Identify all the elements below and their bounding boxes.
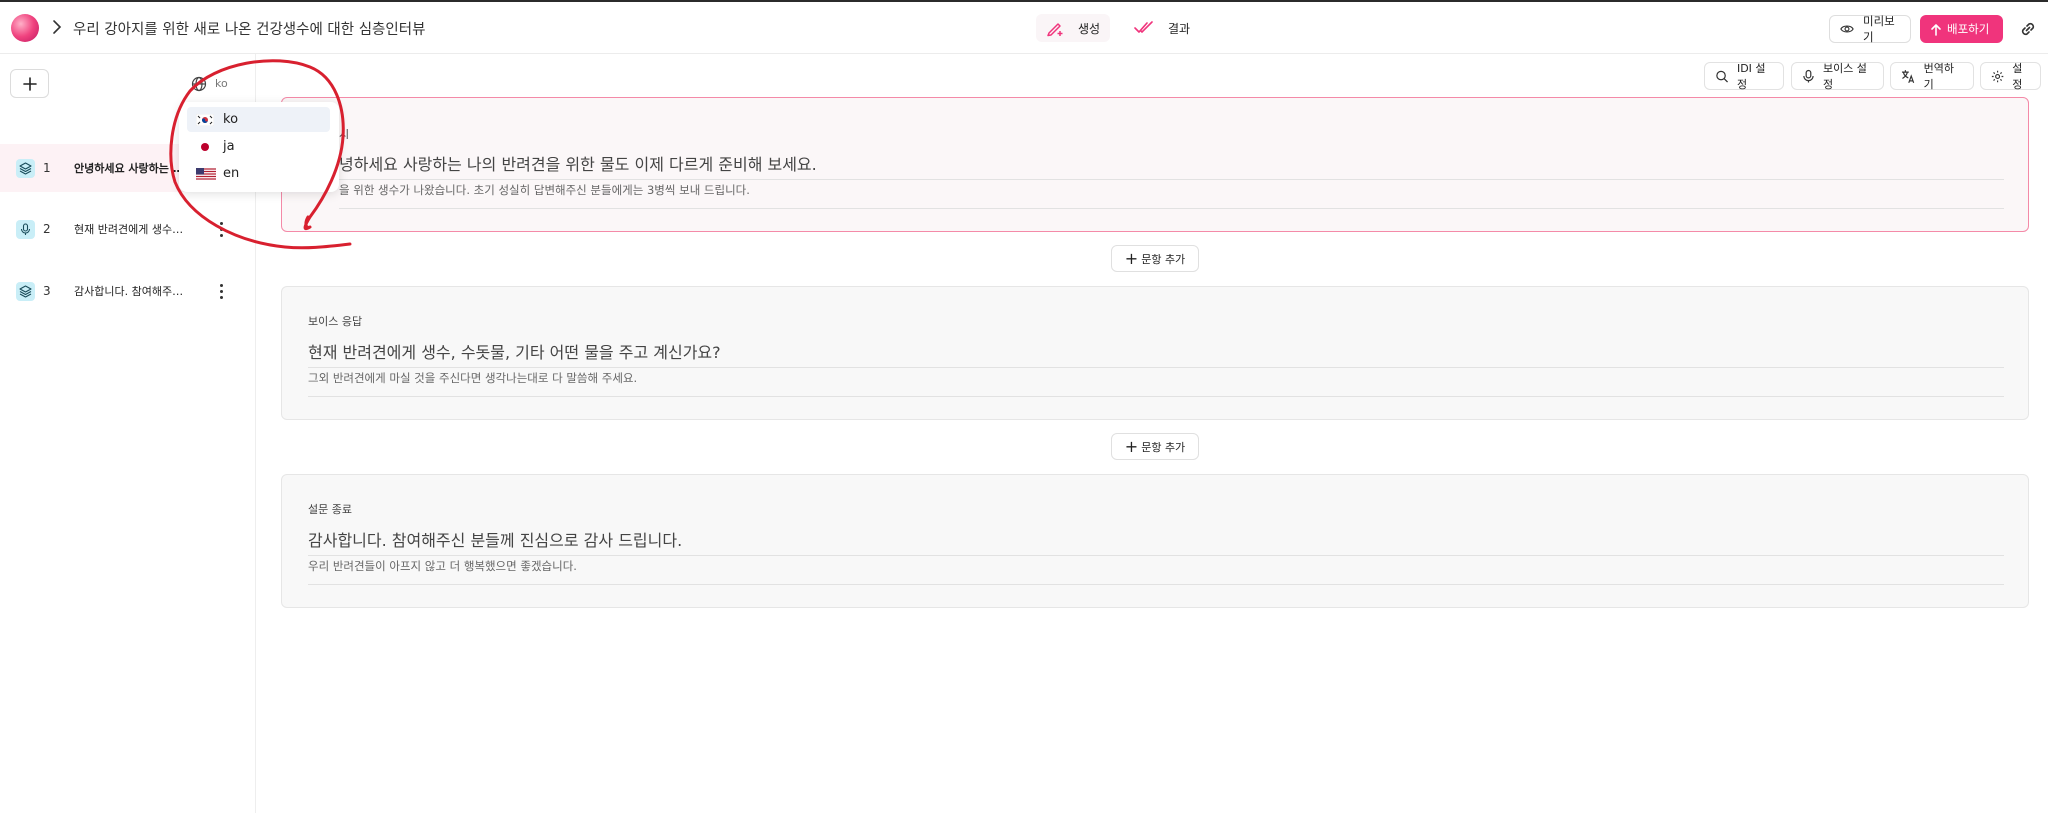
add-statement-label: 문항 추가 [1141,252,1186,266]
language-option-ja[interactable]: ja [187,134,330,159]
idi-settings-label: IDI 설정 [1736,62,1766,91]
sidebar-item-number: 1 [43,161,51,175]
card-description-text[interactable]: 그외 반려견에게 마실 것을 주신다면 생각나는대로 다 말씀해 주세요. [308,370,2004,397]
language-code: ko [223,112,239,127]
language-code: en [223,166,240,181]
app-logo[interactable] [11,14,39,42]
tab-results[interactable]: 결과 [1124,14,1200,42]
card-type-label: 시 [339,128,350,141]
plus-icon [22,76,37,91]
question-card-1[interactable]: 시 녕하세요 사랑하는 나의 반려견을 위한 물도 이제 다르게 준비해 보세요… [281,97,2029,232]
add-statement-label: 문항 추가 [1141,440,1186,454]
deploy-button[interactable]: 배포하기 [1920,15,2003,43]
card-question-text[interactable]: 감사합니다. 참여해주신 분들께 진심으로 감사 드립니다. [308,527,2004,556]
language-dropdown: ko ja en [179,102,339,192]
settings-label: 설정 [2012,62,2023,91]
eye-refresh-icon [1840,25,1854,33]
tab-generate[interactable]: 생성 [1036,14,1111,42]
add-statement-button[interactable]: + 문항 추가 [1111,245,1199,272]
add-statement-button[interactable]: + 문항 추가 [1111,433,1199,460]
question-card-2[interactable]: 보이스 응답 현재 반려견에게 생수, 수돗물, 기타 어떤 물을 주고 계신가… [281,286,2029,420]
more-vertical-icon[interactable] [214,219,228,239]
microphone-icon [1803,69,1814,83]
card-type-label: 보이스 응답 [308,315,363,328]
sidebar-item-3[interactable]: 3 감사합니다. 참여해주신 분들께 [0,267,255,315]
voice-settings-label: 보이스 설정 [1822,62,1867,91]
sidebar-item-2[interactable]: 2 현재 반려견에게 생수, 수돗물 [0,205,255,253]
plus-icon: + [1124,248,1139,268]
more-vertical-icon[interactable] [214,281,228,301]
flag-japan-icon [196,140,214,153]
top-bar: 우리 강아지를 위한 새로 나온 건강생수에 대한 심층인터뷰 생성 결과 미리… [0,2,2048,54]
plus-icon: + [1124,436,1139,456]
link-icon[interactable] [2018,19,2038,39]
card-question-text[interactable]: 녕하세요 사랑하는 나의 반려견을 위한 물도 이제 다르게 준비해 보세요. [339,151,2004,180]
microphone-icon [16,219,35,239]
deploy-label: 배포하기 [1947,22,1990,36]
sidebar-item-label: 감사합니다. 참여해주신 분들께 [74,285,184,298]
sidebar-item-number: 3 [43,284,51,298]
translate-label: 번역하기 [1923,62,1954,91]
settings-search-icon [1716,70,1729,83]
language-code: ja [223,139,235,154]
sidebar-item-label: 현재 반려견에게 생수, 수돗물 [74,223,184,236]
tab-generate-label: 생성 [1078,21,1101,36]
chevron-right-icon [53,20,62,34]
settings-button[interactable]: 설정 [1980,62,2041,91]
card-type-label: 설문 종료 [308,503,352,516]
language-option-en[interactable]: en [187,161,330,186]
globe-icon[interactable] [191,76,207,92]
layers-icon [16,158,35,178]
card-description-text[interactable]: 우리 반려견들이 아프지 않고 더 행복했으면 좋겠습니다. [308,558,2004,585]
sidebar-item-label: 안녕하세요 사랑하는 나의 반려견을 위한 [74,162,184,175]
double-check-icon [1134,21,1153,33]
arrow-up-icon [1931,23,1941,36]
preview-label: 미리보기 [1862,14,1895,44]
pen-sparkle-icon [1047,23,1063,37]
translate-icon [1901,69,1915,83]
language-selector-value[interactable]: ko [215,77,228,90]
question-card-3[interactable]: 설문 종료 감사합니다. 참여해주신 분들께 진심으로 감사 드립니다. 우리 … [281,474,2029,608]
voice-settings-button[interactable]: 보이스 설정 [1791,62,1884,91]
sidebar-item-number: 2 [43,222,51,236]
language-option-ko[interactable]: ko [187,107,330,132]
translate-button[interactable]: 번역하기 [1890,62,1974,91]
layers-icon [16,281,35,301]
idi-settings-button[interactable]: IDI 설정 [1704,62,1784,91]
card-description-text[interactable]: 을 위한 생수가 나왔습니다. 초기 성실히 답변해주신 분들에게는 3병씩 보… [339,182,2004,209]
tab-results-label: 결과 [1168,21,1191,36]
card-question-text[interactable]: 현재 반려견에게 생수, 수돗물, 기타 어떤 물을 주고 계신가요? [308,339,2004,368]
preview-button[interactable]: 미리보기 [1829,14,1911,44]
gear-icon [1991,70,2004,82]
flag-korea-icon [196,113,214,126]
add-question-button[interactable] [10,69,49,98]
flag-usa-icon [196,167,216,180]
page-title: 우리 강아지를 위한 새로 나온 건강생수에 대한 심층인터뷰 [73,22,426,38]
